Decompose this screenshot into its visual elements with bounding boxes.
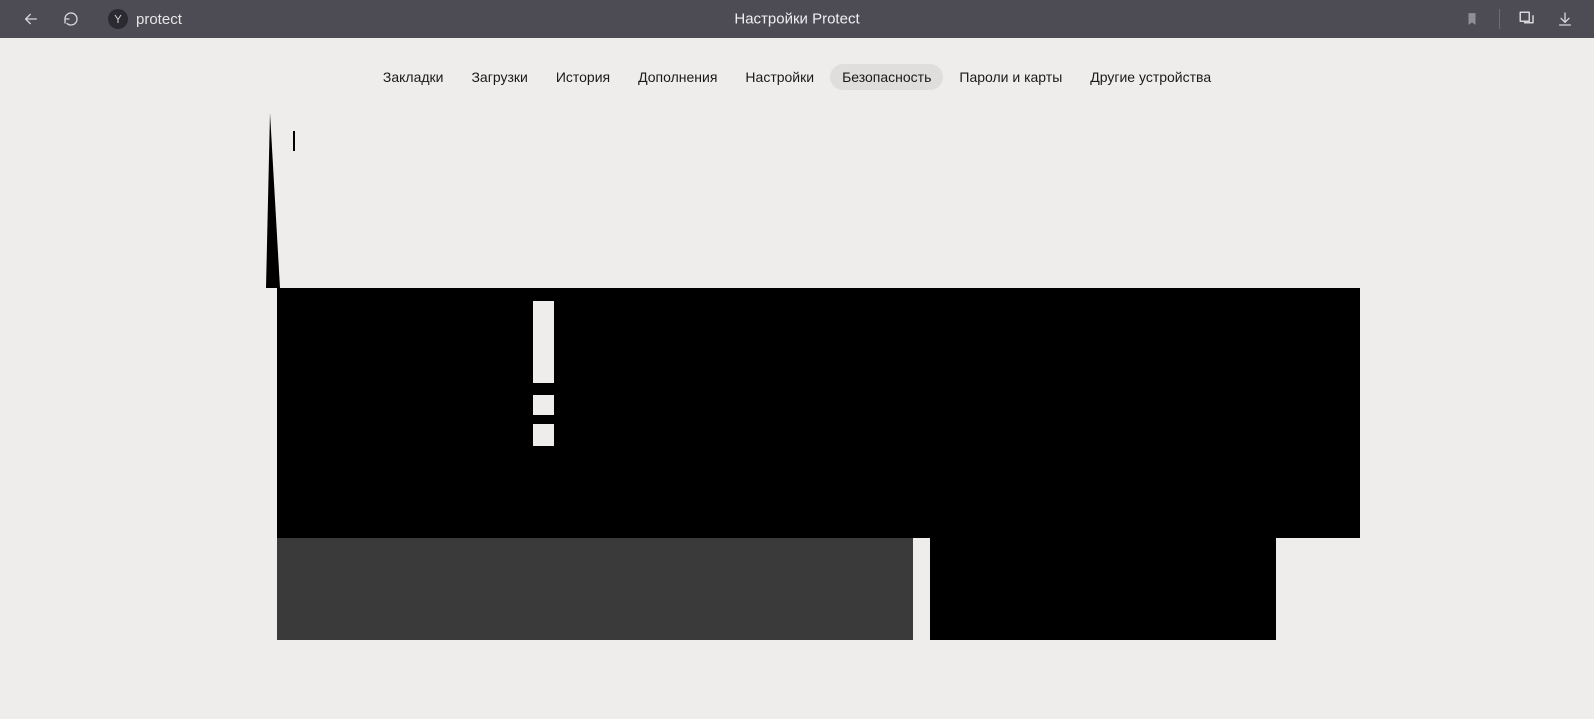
bookmark-icon (1465, 11, 1479, 27)
y-browser-icon (112, 13, 124, 25)
decorative-pointer-shape (266, 113, 280, 288)
reload-button[interactable] (60, 8, 82, 30)
settings-tab-4[interactable]: Настройки (733, 64, 826, 90)
redacted-cutout-3 (533, 424, 554, 446)
settings-tab-7[interactable]: Другие устройства (1078, 64, 1223, 90)
address-text: protect (136, 11, 182, 28)
browser-top-bar: protect Настройки Protect (0, 0, 1594, 38)
settings-tabs: ЗакладкиЗагрузкиИсторияДополненияНастрой… (371, 64, 1223, 90)
redacted-cutout-1 (533, 301, 554, 383)
settings-tab-5[interactable]: Безопасность (830, 64, 943, 90)
settings-tabs-row: ЗакладкиЗагрузкиИсторияДополненияНастрой… (0, 38, 1594, 90)
settings-tab-1[interactable]: Загрузки (459, 64, 539, 90)
top-bar-divider (1499, 9, 1500, 29)
redacted-block-bottom-left (277, 538, 913, 640)
settings-tab-2[interactable]: История (544, 64, 622, 90)
top-bar-left: protect (0, 0, 182, 38)
settings-tab-3[interactable]: Дополнения (626, 64, 729, 90)
settings-tab-6[interactable]: Пароли и карты (947, 64, 1074, 90)
panels-icon (1518, 10, 1536, 28)
back-button[interactable] (20, 8, 42, 30)
page-title: Настройки Protect (734, 11, 859, 28)
bookmark-button[interactable] (1461, 8, 1483, 30)
text-caret (293, 131, 295, 151)
settings-tab-0[interactable]: Закладки (371, 64, 456, 90)
downloads-button[interactable] (1554, 8, 1576, 30)
top-bar-right (1461, 0, 1594, 38)
redacted-block-main (277, 288, 1360, 538)
sidebar-panel-button[interactable] (1516, 8, 1538, 30)
page-content (266, 113, 1360, 640)
download-icon (1557, 11, 1573, 27)
arrow-left-icon (23, 11, 39, 27)
redacted-block-bottom-right (930, 538, 1276, 640)
redacted-cutout-2 (533, 395, 554, 415)
address-bar[interactable]: protect (108, 0, 182, 38)
site-icon (108, 9, 128, 29)
reload-icon (63, 11, 79, 27)
